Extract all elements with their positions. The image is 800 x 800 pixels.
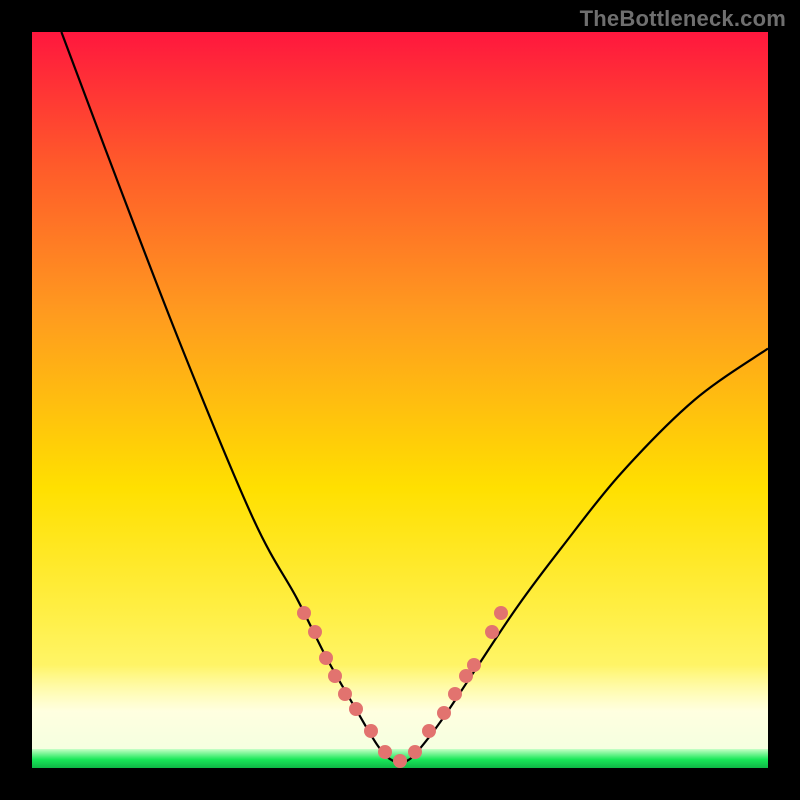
plot-area <box>32 32 768 768</box>
sample-dot <box>297 606 311 620</box>
sample-dots-layer <box>32 32 768 768</box>
sample-dot <box>437 706 451 720</box>
sample-dot <box>378 745 392 759</box>
sample-dot <box>349 702 363 716</box>
sample-dot <box>338 687 352 701</box>
sample-dot <box>393 754 407 768</box>
sample-dot <box>422 724 436 738</box>
sample-dot <box>485 625 499 639</box>
chart-stage: TheBottleneck.com <box>0 0 800 800</box>
sample-dot <box>319 651 333 665</box>
sample-dot <box>448 687 462 701</box>
sample-dot <box>328 669 342 683</box>
sample-dot <box>467 658 481 672</box>
sample-dot <box>494 606 508 620</box>
watermark-text: TheBottleneck.com <box>580 6 786 32</box>
sample-dot <box>408 745 422 759</box>
sample-dot <box>308 625 322 639</box>
sample-dot <box>364 724 378 738</box>
